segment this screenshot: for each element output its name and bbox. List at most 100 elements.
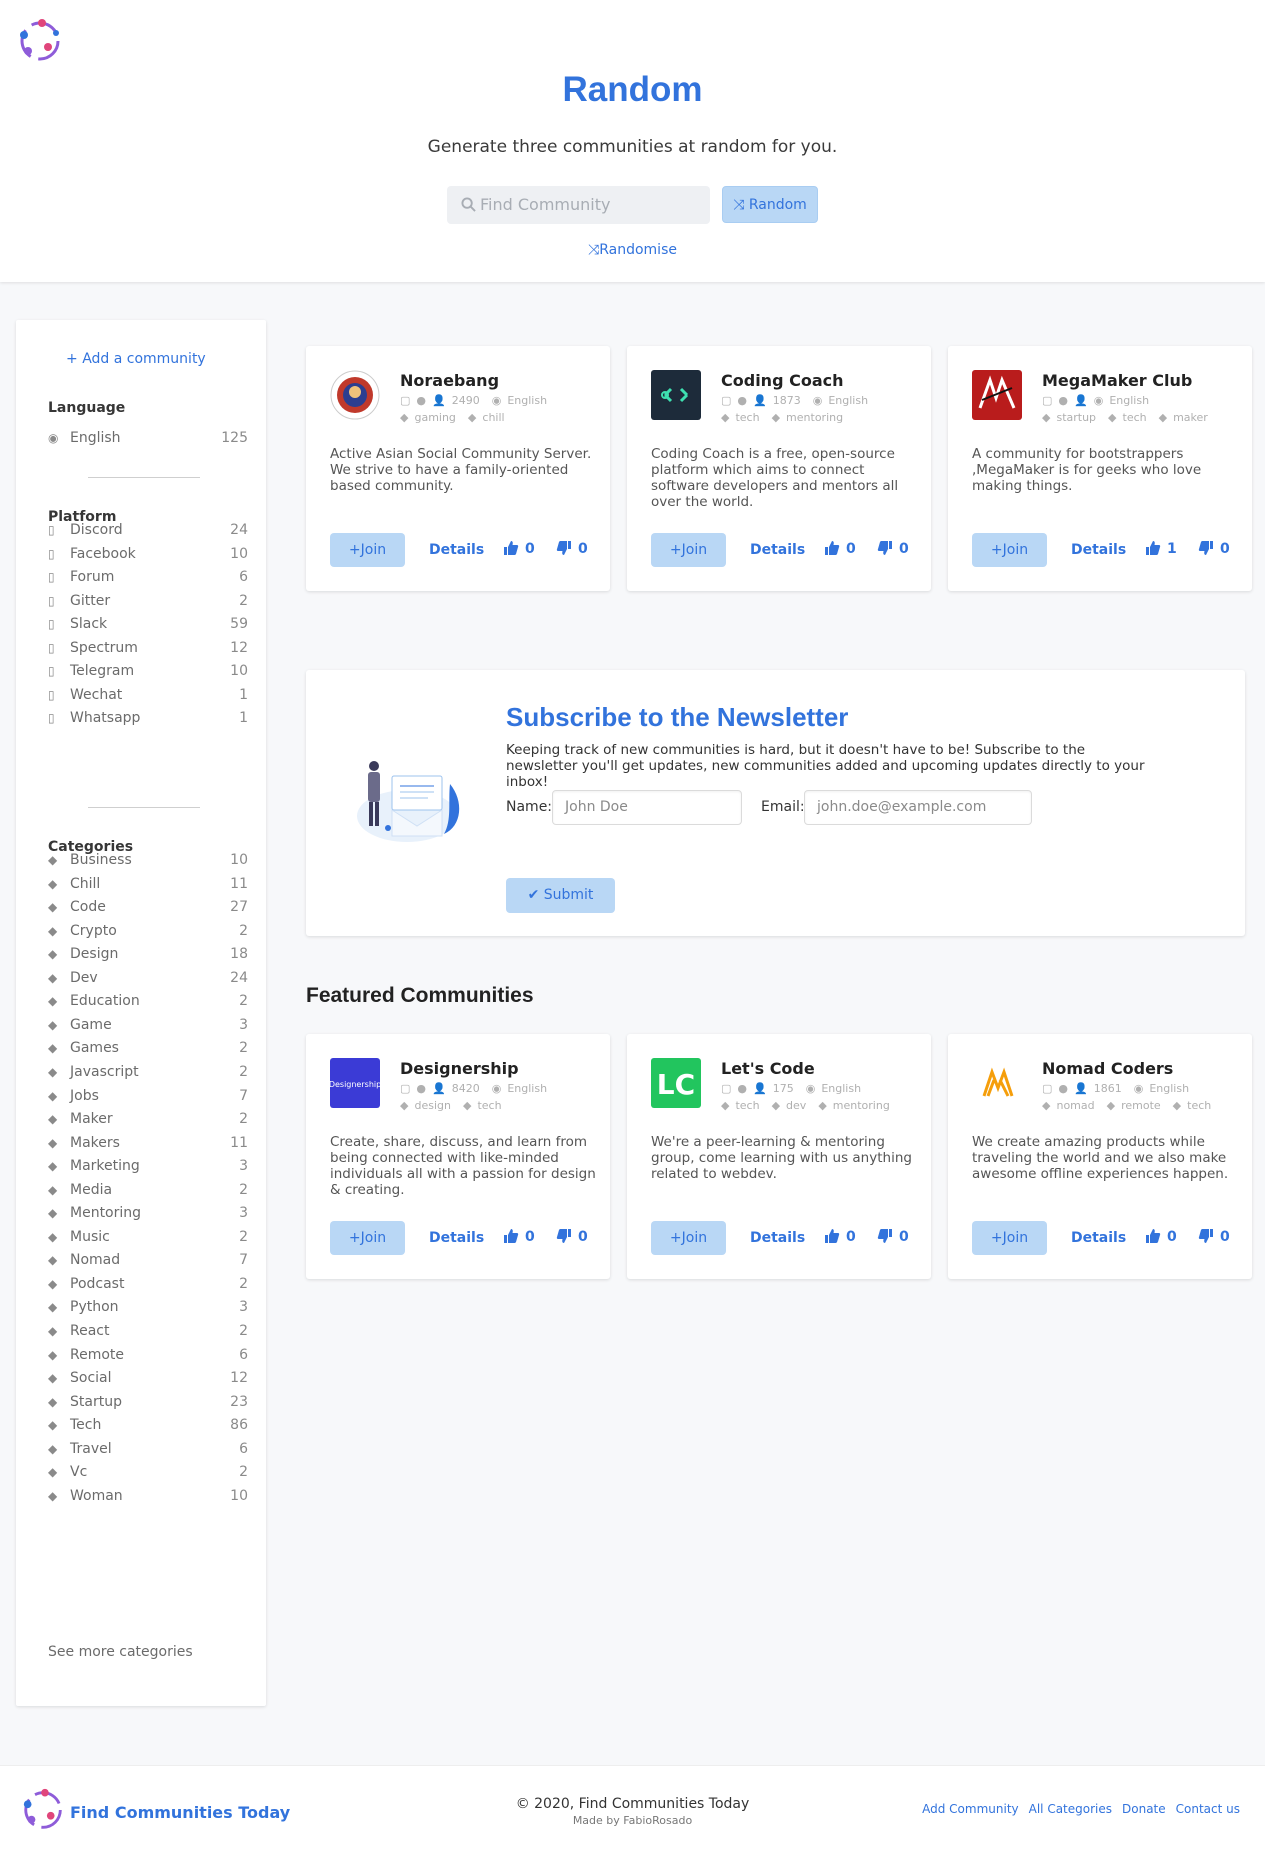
join-button[interactable]: +Join bbox=[651, 1221, 726, 1255]
sidebar-item-travel[interactable]: ◆ Travel 6 bbox=[48, 1441, 248, 1461]
community-tag[interactable]: ◆ tech bbox=[1173, 1099, 1218, 1112]
sidebar-item-code[interactable]: ◆ Code 27 bbox=[48, 899, 248, 919]
sidebar-item-python[interactable]: ◆ Python 3 bbox=[48, 1299, 248, 1319]
details-button[interactable]: Details bbox=[429, 542, 484, 558]
search-input[interactable]: Find Community bbox=[447, 186, 710, 224]
community-avatar[interactable]: Designership bbox=[330, 1058, 380, 1108]
community-avatar[interactable] bbox=[651, 370, 701, 420]
details-button[interactable]: Details bbox=[750, 1230, 805, 1246]
sidebar-item-telegram[interactable]: ▯ Telegram 10 bbox=[48, 663, 248, 683]
sidebar-item-gitter[interactable]: ▯ Gitter 2 bbox=[48, 593, 248, 613]
upvote-button[interactable]: 0 bbox=[503, 540, 535, 557]
sidebar-item-education[interactable]: ◆ Education 2 bbox=[48, 993, 248, 1013]
sidebar-item-english[interactable]: ◉ English 125 bbox=[48, 430, 248, 450]
community-avatar[interactable]: LC bbox=[651, 1058, 701, 1108]
downvote-button[interactable]: 0 bbox=[1198, 1228, 1230, 1245]
sidebar-item-startup[interactable]: ◆ Startup 23 bbox=[48, 1394, 248, 1414]
community-tag[interactable]: ◆ tech bbox=[721, 411, 766, 424]
downvote-button[interactable]: 0 bbox=[1198, 540, 1230, 557]
sidebar-item-vc[interactable]: ◆ Vc 2 bbox=[48, 1464, 248, 1484]
community-tag[interactable]: ◆ startup bbox=[1042, 411, 1102, 424]
join-button[interactable]: +Join bbox=[651, 533, 726, 567]
community-tag[interactable]: ◆ gaming bbox=[400, 411, 462, 424]
sidebar-item-mentoring[interactable]: ◆ Mentoring 3 bbox=[48, 1205, 248, 1225]
random-button[interactable]: ⤨ Random bbox=[722, 186, 818, 223]
upvote-button[interactable]: 0 bbox=[503, 1228, 535, 1245]
upvote-button[interactable]: 1 bbox=[1145, 540, 1177, 557]
community-avatar[interactable] bbox=[972, 1058, 1022, 1108]
sidebar-item-slack[interactable]: ▯ Slack 59 bbox=[48, 616, 248, 636]
email-field[interactable]: john.doe@example.com bbox=[804, 790, 1032, 825]
sidebar-item-tech[interactable]: ◆ Tech 86 bbox=[48, 1417, 248, 1437]
community-tag[interactable]: ◆ chill bbox=[468, 411, 511, 424]
join-button[interactable]: +Join bbox=[330, 1221, 405, 1255]
community-tag[interactable]: ◆ mentoring bbox=[818, 1099, 896, 1112]
community-tag[interactable]: ◆ remote bbox=[1107, 1099, 1167, 1112]
community-avatar[interactable] bbox=[330, 370, 380, 420]
sidebar-item-jobs[interactable]: ◆ Jobs 7 bbox=[48, 1088, 248, 1108]
downvote-button[interactable]: 0 bbox=[877, 540, 909, 557]
downvote-button[interactable]: 0 bbox=[556, 540, 588, 557]
sidebar-item-chill[interactable]: ◆ Chill 11 bbox=[48, 876, 248, 896]
randomise-link[interactable]: ⤨Randomise bbox=[0, 242, 1265, 258]
sidebar-item-wechat[interactable]: ▯ Wechat 1 bbox=[48, 687, 248, 707]
sidebar-item-media[interactable]: ◆ Media 2 bbox=[48, 1182, 248, 1202]
sidebar-item-nomad[interactable]: ◆ Nomad 7 bbox=[48, 1252, 248, 1272]
community-tag[interactable]: ◆ tech bbox=[1108, 411, 1153, 424]
community-name[interactable]: Coding Coach bbox=[721, 371, 844, 390]
see-more-categories-link[interactable]: See more categories bbox=[48, 1644, 193, 1660]
community-tag[interactable]: ◆ tech bbox=[721, 1099, 766, 1112]
community-avatar[interactable] bbox=[972, 370, 1022, 420]
community-tag[interactable]: ◆ design bbox=[400, 1099, 457, 1112]
sidebar-item-javascript[interactable]: ◆ Javascript 2 bbox=[48, 1064, 248, 1084]
sidebar-item-woman[interactable]: ◆ Woman 10 bbox=[48, 1488, 248, 1508]
footer-link-all-categories[interactable]: All Categories bbox=[1029, 1802, 1112, 1816]
community-name[interactable]: MegaMaker Club bbox=[1042, 371, 1192, 390]
join-button[interactable]: +Join bbox=[972, 1221, 1047, 1255]
join-button[interactable]: +Join bbox=[330, 533, 405, 567]
upvote-button[interactable]: 0 bbox=[824, 540, 856, 557]
upvote-button[interactable]: 0 bbox=[824, 1228, 856, 1245]
sidebar-item-business[interactable]: ◆ Business 10 bbox=[48, 852, 248, 872]
sidebar-item-spectrum[interactable]: ▯ Spectrum 12 bbox=[48, 640, 248, 660]
join-button[interactable]: +Join bbox=[972, 533, 1047, 567]
footer-link-contact[interactable]: Contact us bbox=[1176, 1802, 1240, 1816]
community-name[interactable]: Let's Code bbox=[721, 1059, 815, 1078]
downvote-button[interactable]: 0 bbox=[877, 1228, 909, 1245]
submit-button[interactable]: ✔ Submit bbox=[506, 878, 615, 913]
sidebar-item-whatsapp[interactable]: ▯ Whatsapp 1 bbox=[48, 710, 248, 730]
community-tag[interactable]: ◆ nomad bbox=[1042, 1099, 1101, 1112]
sidebar-item-discord[interactable]: ▯ Discord 24 bbox=[48, 522, 248, 542]
sidebar-item-games[interactable]: ◆ Games 2 bbox=[48, 1040, 248, 1060]
footer-link-add-community[interactable]: Add Community bbox=[922, 1802, 1019, 1816]
community-tag[interactable]: ◆ dev bbox=[772, 1099, 813, 1112]
community-tag[interactable]: ◆ mentoring bbox=[772, 411, 850, 424]
sidebar-item-facebook[interactable]: ▯ Facebook 10 bbox=[48, 546, 248, 566]
community-name[interactable]: Designership bbox=[400, 1059, 519, 1078]
sidebar-item-remote[interactable]: ◆ Remote 6 bbox=[48, 1347, 248, 1367]
footer-link-donate[interactable]: Donate bbox=[1122, 1802, 1166, 1816]
sidebar-item-design[interactable]: ◆ Design 18 bbox=[48, 946, 248, 966]
add-community-link[interactable]: + Add a community bbox=[66, 351, 206, 367]
site-logo-icon[interactable] bbox=[16, 17, 66, 65]
sidebar-item-maker[interactable]: ◆ Maker 2 bbox=[48, 1111, 248, 1131]
sidebar-item-makers[interactable]: ◆ Makers 11 bbox=[48, 1135, 248, 1155]
downvote-button[interactable]: 0 bbox=[556, 1228, 588, 1245]
sidebar-item-music[interactable]: ◆ Music 2 bbox=[48, 1229, 248, 1249]
sidebar-item-crypto[interactable]: ◆ Crypto 2 bbox=[48, 923, 248, 943]
sidebar-item-forum[interactable]: ▯ Forum 6 bbox=[48, 569, 248, 589]
details-button[interactable]: Details bbox=[1071, 542, 1126, 558]
details-button[interactable]: Details bbox=[429, 1230, 484, 1246]
details-button[interactable]: Details bbox=[750, 542, 805, 558]
name-field[interactable]: John Doe bbox=[552, 790, 742, 825]
sidebar-item-react[interactable]: ◆ React 2 bbox=[48, 1323, 248, 1343]
community-tag[interactable]: ◆ maker bbox=[1159, 411, 1214, 424]
sidebar-item-game[interactable]: ◆ Game 3 bbox=[48, 1017, 248, 1037]
sidebar-item-podcast[interactable]: ◆ Podcast 2 bbox=[48, 1276, 248, 1296]
sidebar-item-social[interactable]: ◆ Social 12 bbox=[48, 1370, 248, 1390]
upvote-button[interactable]: 0 bbox=[1145, 1228, 1177, 1245]
sidebar-item-marketing[interactable]: ◆ Marketing 3 bbox=[48, 1158, 248, 1178]
details-button[interactable]: Details bbox=[1071, 1230, 1126, 1246]
community-name[interactable]: Noraebang bbox=[400, 371, 499, 390]
community-tag[interactable]: ◆ tech bbox=[463, 1099, 508, 1112]
